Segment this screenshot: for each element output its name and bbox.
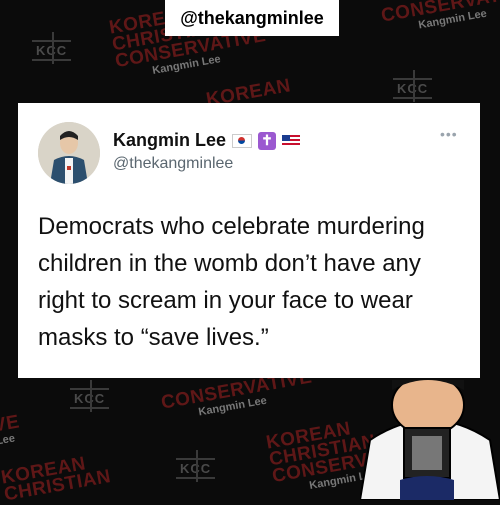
cross-badge-icon: ✝	[258, 131, 277, 150]
watermark-text: KOREAN CHRISTIAN	[0, 453, 113, 500]
author-name[interactable]: Kangmin Lee	[113, 130, 226, 151]
kcc-logo: KCC	[176, 450, 216, 482]
kcc-logo: KCC	[393, 70, 433, 102]
tweet-author: Kangmin Lee ✝	[113, 130, 301, 151]
more-icon[interactable]: •••	[440, 126, 458, 142]
us-flag-icon	[282, 134, 301, 147]
cartoon-figure	[358, 374, 500, 501]
avatar[interactable]	[38, 122, 100, 184]
top-handle-tag: @thekangminlee	[165, 0, 339, 36]
kcc-logo: KCC	[70, 380, 110, 412]
watermark-text: CONSERVATIVE Kangmin Lee	[379, 0, 500, 32]
korea-flag-icon	[232, 133, 253, 148]
tweet-text: Democrats who celebrate murdering childr…	[38, 213, 425, 351]
watermark-text: VE Lee	[0, 411, 22, 448]
kcc-logo: KCC	[32, 32, 72, 64]
author-handle[interactable]: @thekangminlee	[113, 155, 233, 173]
